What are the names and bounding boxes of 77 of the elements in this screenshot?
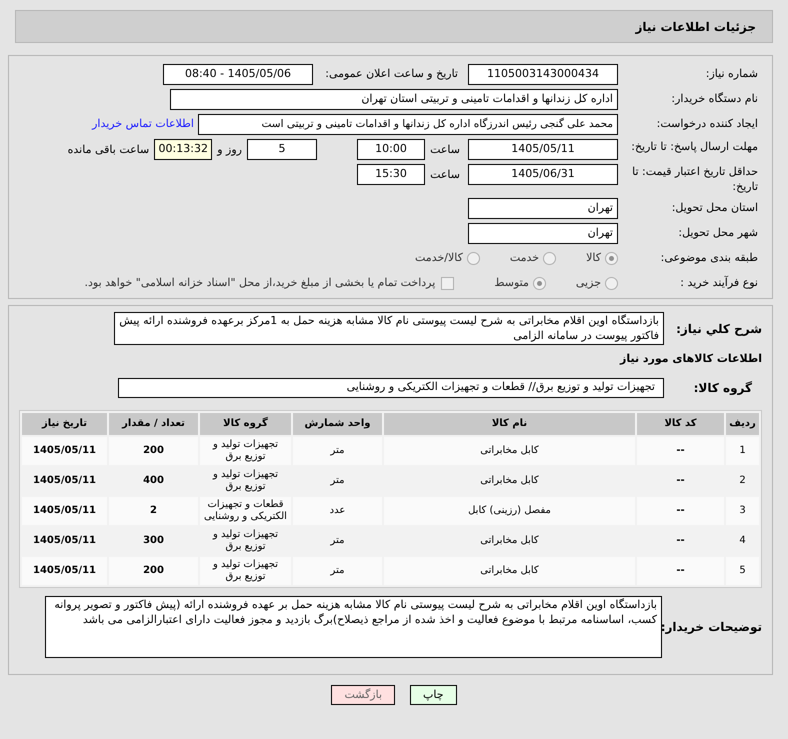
table-cell: --	[637, 496, 724, 524]
text-field[interactable]: 15:30	[357, 164, 425, 185]
column-header: تعداد / مقدار	[109, 412, 198, 434]
print-button[interactable]: چاپ	[410, 684, 457, 704]
text-field[interactable]: تهران	[468, 223, 618, 244]
description-textarea[interactable]: بازداستگاه اوین اقلام مخابراتی به شرح لیست پیوستی نام کالا مشابه هزینه حمل به 1مرکز برعهده فروشنده ارائه پیش فاکتور پیوست در سامانه الزامی	[114, 312, 664, 345]
table-cell: متر	[293, 556, 382, 584]
table-cell: --	[637, 556, 724, 584]
text-field[interactable]: 1105003143000434	[468, 64, 618, 85]
radio-button[interactable]	[543, 252, 556, 264]
checkbox[interactable]	[441, 276, 454, 290]
field-label: روز و	[216, 142, 243, 158]
field-label: شهر محل تحویل:	[677, 225, 758, 242]
field-label: شرح کلي نیاز:	[675, 320, 762, 338]
radio-label: جزیی	[576, 274, 601, 291]
table-cell: 2	[109, 496, 198, 524]
table-cell: 1405/05/11	[22, 556, 107, 584]
text-field[interactable]: تهران	[468, 198, 618, 219]
table-cell: کابل مخابراتی	[384, 556, 635, 584]
text-field[interactable]: 1405/05/11	[468, 139, 618, 160]
radio-label: خدمت	[510, 250, 540, 266]
table-cell: 200	[109, 436, 198, 464]
text-field[interactable]: 5	[247, 139, 317, 160]
table-cell: 200	[109, 556, 198, 584]
field-label: نام دستگاه خریدار:	[670, 91, 758, 108]
text-field[interactable]: 10:00	[357, 139, 425, 160]
text-field[interactable]: 1405/06/31	[468, 164, 618, 185]
field-label: ساعت باقی مانده	[68, 142, 150, 158]
field-label: گروه کالا:	[692, 380, 753, 396]
column-header: تاریخ نیاز	[22, 412, 107, 434]
table-cell: مفصل (رزینی) کابل	[384, 496, 635, 524]
table-cell: 3	[726, 496, 759, 524]
radio-label: کالا	[586, 250, 601, 266]
table-cell: 1405/05/11	[22, 496, 107, 524]
section-title: اطلاعات کالاهای مورد نیاز	[620, 351, 762, 367]
table-cell: عدد	[293, 496, 382, 524]
back-button[interactable]: بازگشت	[331, 684, 396, 704]
field-label: تاریخ و ساعت اعلان عمومی:	[324, 66, 459, 82]
field-label: مهلت ارسال پاسخ: تا تاریخ:	[630, 139, 758, 154]
field-label: نوع فرآیند خرید :	[679, 274, 758, 291]
radio-button[interactable]	[466, 252, 480, 264]
field-label: ساعت	[429, 142, 461, 158]
table-cell: متر	[293, 436, 382, 464]
table-cell: 1405/05/11	[22, 436, 107, 464]
field-label: استان محل تحویل:	[670, 200, 758, 216]
radio-label: کالا/خدمت	[415, 250, 463, 266]
notes-textarea[interactable]: بازداستگاه اوین اقلام مخابراتی به شرح لیست پیوستی نام کالا مشابه هزینه حمل بر عهده فروشنده ارائه (پیش فاکتور و تصویر پروانه کسب، اساسنامه مرتبط با موضوع فعالیت و اخذ شده از مراجع ذیصلاح)برگ بازدید و مجوز فعالیت دارای اعتبارالزامی می باشد	[45, 596, 662, 658]
text-field[interactable]: 1405/05/06 - 08:40	[163, 64, 313, 85]
field-label: ایجاد کننده درخواست:	[656, 116, 758, 132]
field-label: شماره نیاز:	[704, 66, 758, 82]
radio-button[interactable]	[605, 276, 618, 290]
field-label: طبقه بندی موضوعی:	[660, 250, 758, 266]
goods-group-field[interactable]: تجهیزات تولید و توزیع برق// قطعات و تجهیزات الکتریکی و روشنایی	[118, 378, 664, 398]
table-cell: قطعات و تجهیزات الکتریکی و روشنایی	[200, 496, 291, 524]
column-header: کد کالا	[637, 412, 724, 434]
table-cell: کابل مخابراتی	[384, 436, 635, 464]
table-cell: --	[637, 436, 724, 464]
field-label: ساعت	[429, 167, 461, 183]
table-cell: 5	[726, 556, 759, 584]
radio-button[interactable]	[605, 252, 618, 264]
contact-link[interactable]: اطلاعات تماس خریدار	[92, 116, 194, 133]
field-label: حداقل تاریخ اعتبار قیمت: تا تاریخ:	[631, 164, 758, 194]
text-field[interactable]: اداره کل زندانها و اقدامات تامینی و تربیتی استان تهران	[170, 89, 618, 110]
field-label: توضیحات خریدار:	[662, 618, 762, 636]
text-field[interactable]: محمد علی گنجی رئیس اندرزگاه اداره کل زندانها و اقدامات تامینی و تربیتی است	[198, 114, 618, 135]
column-header: گروه کالا	[200, 412, 291, 434]
table-cell: 1	[726, 436, 759, 464]
column-header: نام کالا	[384, 412, 635, 434]
column-header: واحد شمارش	[293, 412, 382, 434]
radio-label: متوسط	[494, 274, 529, 291]
page-title: جزئیات اطلاعات نیاز	[635, 18, 756, 36]
table-cell: تجهیزات تولید و توزیع برق	[200, 436, 291, 464]
table-cell: تجهیزات تولید و توزیع برق	[200, 556, 291, 584]
text-field[interactable]: 00:13:32	[154, 139, 212, 160]
column-header: ردیف	[726, 412, 759, 434]
radio-button[interactable]	[532, 276, 546, 290]
checkbox-label: پرداخت تمام یا بخشی از مبلغ خرید،از محل "اسناد خزانه اسلامی" خواهد بود.	[84, 274, 436, 291]
